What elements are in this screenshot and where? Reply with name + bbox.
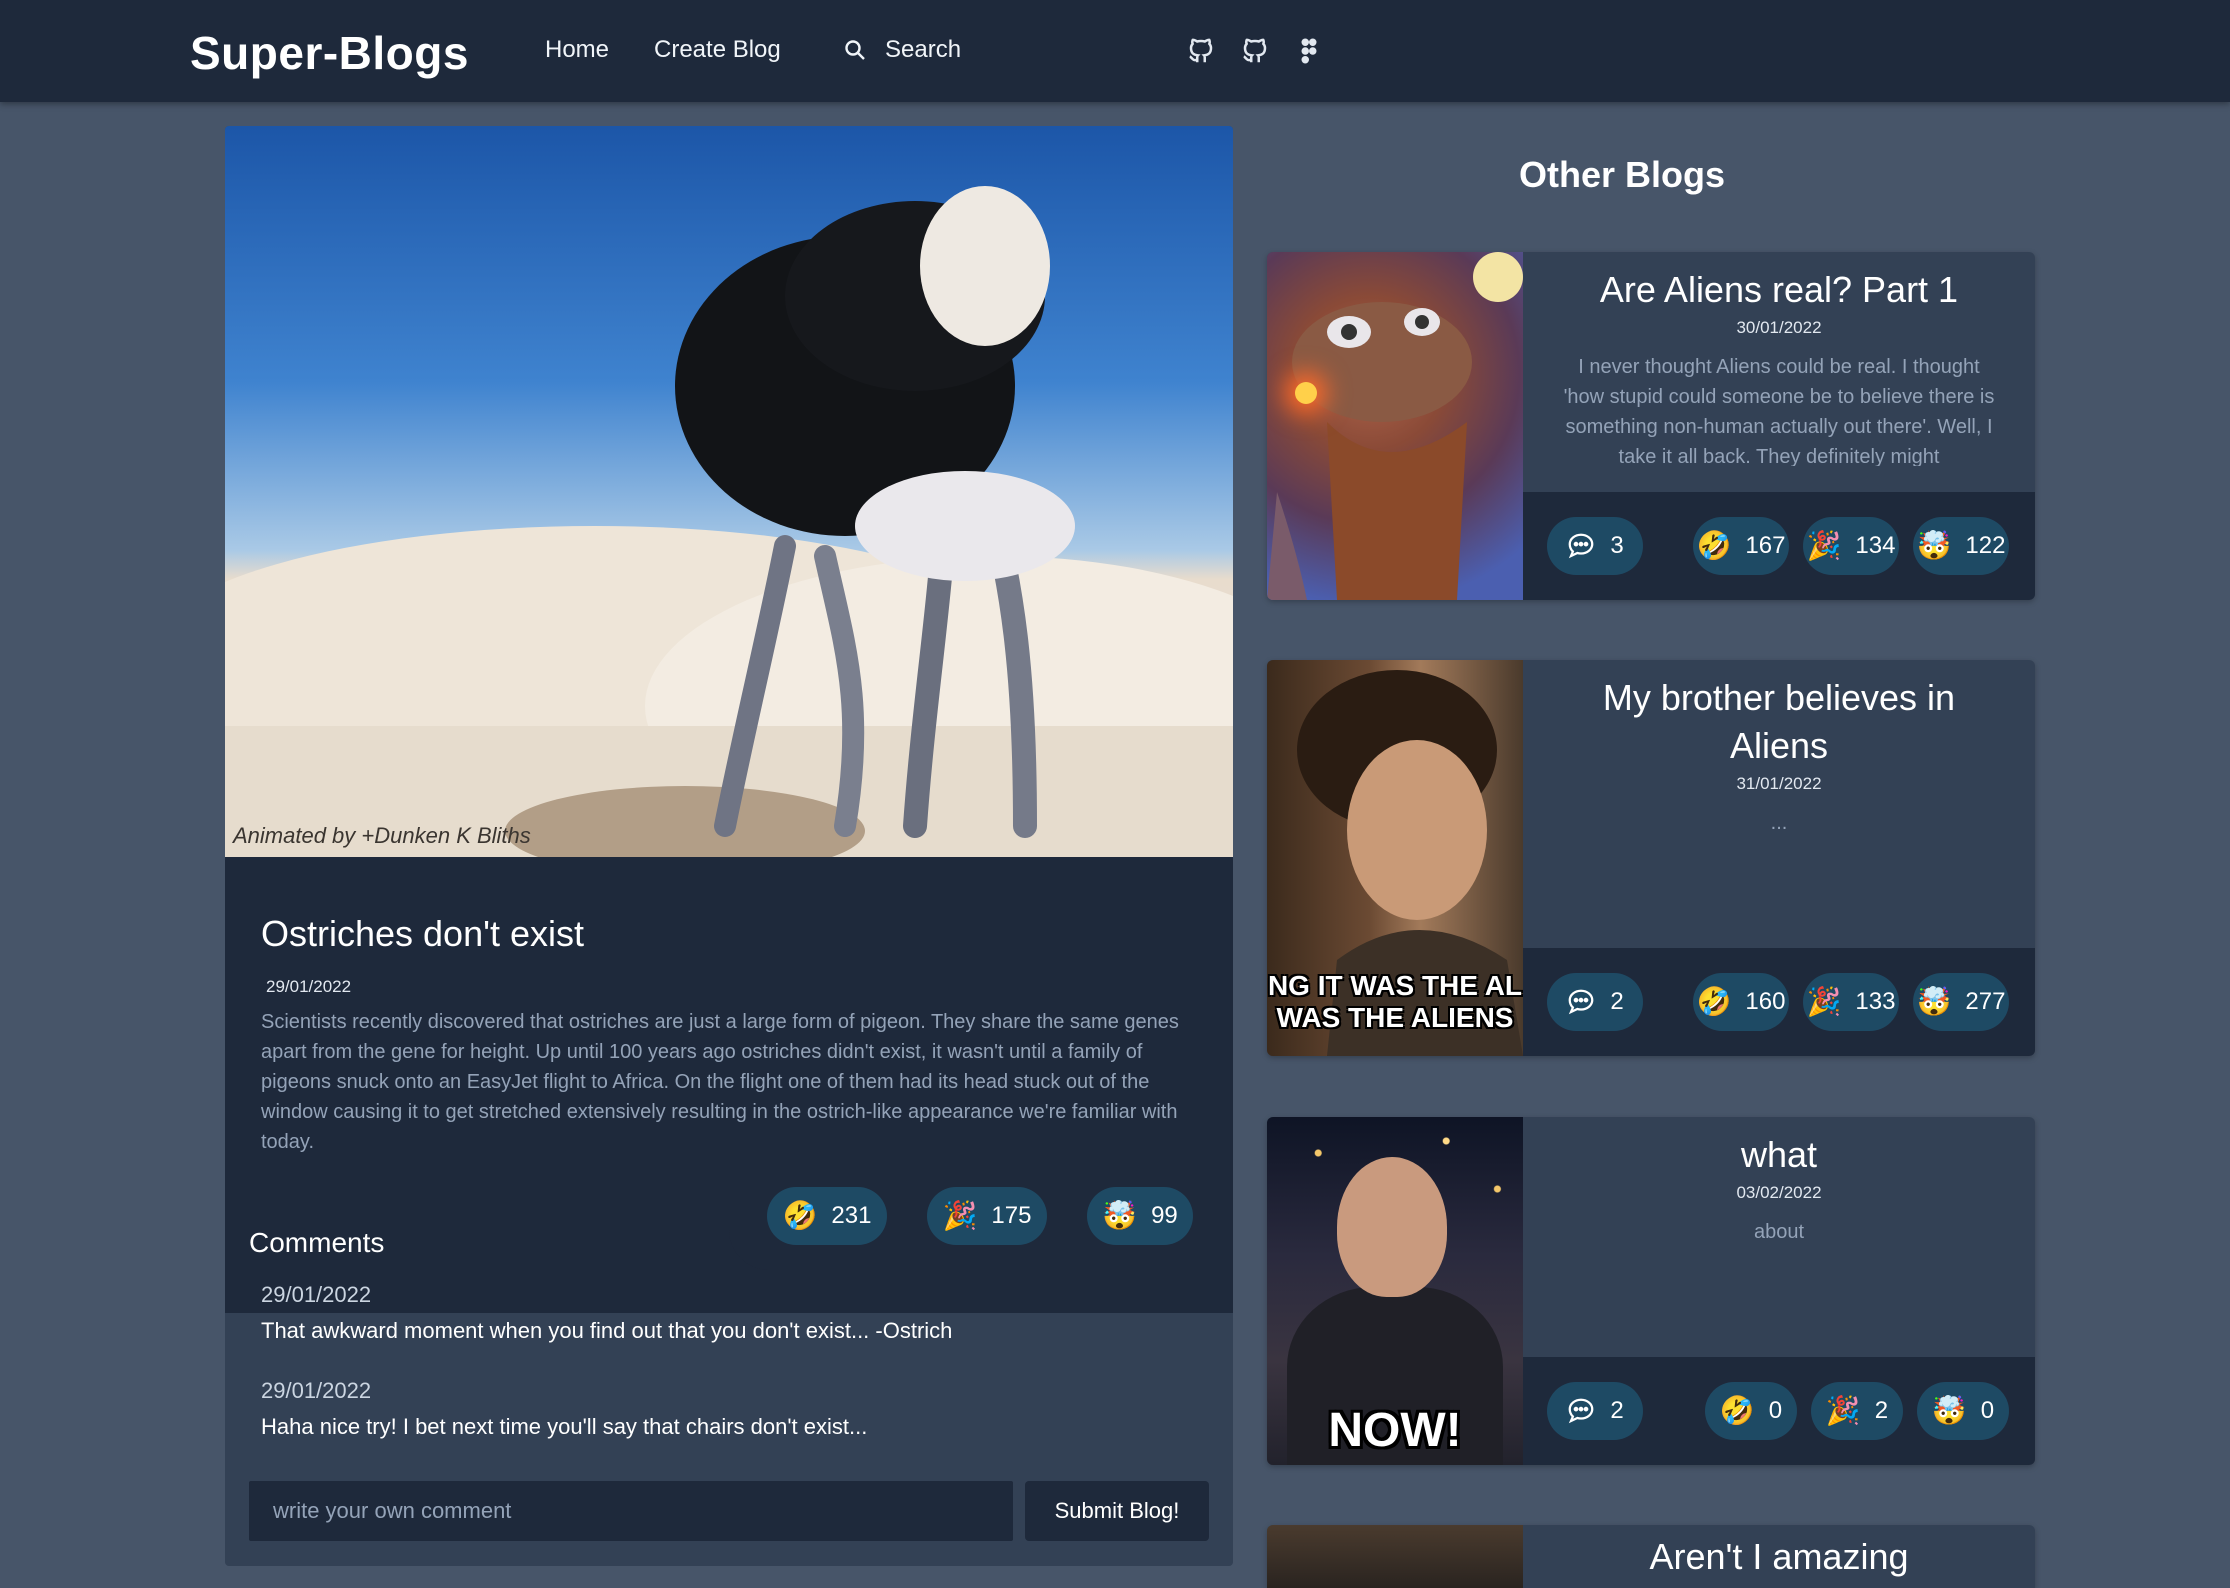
comment-text: That awkward moment when you find out th… — [261, 1318, 953, 1343]
post-title: Ostriches don't exist — [261, 913, 584, 954]
post-image: Animated by +Dunken K Bliths — [225, 126, 1233, 857]
github-icon[interactable] — [1240, 36, 1270, 66]
party-emoji-icon: 🎉 — [1825, 1394, 1861, 1427]
comments-count: 2 — [1610, 988, 1624, 1015]
laughing-emoji-icon: 🤣 — [1719, 1394, 1755, 1427]
post-reactions: 🤣 231 🎉 175 🤯 99 — [729, 1187, 1233, 1270]
blog-card-title: what — [1740, 1134, 1818, 1175]
thumbnail-caption: NG IT WAS THE AL — [1267, 970, 1523, 1001]
reaction-count: 175 — [991, 1202, 1032, 1229]
comment-bubble-icon — [1568, 989, 1594, 1015]
reaction-count: 231 — [831, 1202, 872, 1229]
party-emoji-icon: 🎉 — [942, 1199, 978, 1232]
main-post: Animated by +Dunken K Bliths Ostriches d… — [225, 126, 1233, 1566]
blog-card-title: Aren't I amazing — [1649, 1536, 1909, 1577]
party-emoji-icon: 🎉 — [1806, 529, 1842, 562]
mindblown-emoji-icon: 🤯 — [1916, 529, 1952, 562]
reaction-count: 133 — [1855, 988, 1896, 1015]
blog-card-title: Are Aliens real? Part 1 — [1599, 269, 1959, 310]
blog-card-reactions: 2 🤣 0 🎉 2 🤯 0 — [1523, 1357, 2035, 1465]
reaction-count: 0 — [1768, 1397, 1783, 1424]
comment-bubble-icon — [1568, 533, 1594, 559]
reaction-party-button[interactable]: 🎉 175 — [927, 1187, 1047, 1245]
reaction-mindblown-button[interactable]: 🤯 122 — [1913, 517, 2009, 575]
blog-card-excerpt: I never thought Aliens could be real. I … — [1563, 356, 1995, 466]
reaction-count: 122 — [1965, 532, 2006, 559]
reaction-count: 277 — [1965, 988, 2006, 1015]
reaction-count: 134 — [1855, 532, 1896, 559]
blog-card-date: 30/01/2022 — [1736, 318, 1822, 337]
nav-icons — [1186, 36, 1324, 66]
reaction-mindblown-button[interactable]: 🤯 0 — [1917, 1382, 2009, 1440]
nav-create-blog-link[interactable]: Create Blog — [654, 36, 781, 64]
reaction-count: 167 — [1745, 532, 1786, 559]
blog-card[interactable]: NG IT WAS THE AL WAS THE ALIENS My broth… — [1267, 660, 2035, 1056]
blog-thumbnail — [1267, 252, 1523, 600]
thumbnail-caption: WAS THE ALIENS — [1276, 1002, 1514, 1033]
reaction-count: 160 — [1745, 988, 1786, 1015]
comment-date: 29/01/2022 — [261, 1282, 372, 1307]
blog-card[interactable]: Are Aliens real? Part 1 30/01/2022 I nev… — [1267, 252, 2035, 600]
comments-count-button[interactable]: 3 — [1547, 517, 1643, 575]
blog-card-reactions: 2 🤣 160 🎉 133 🤯 277 — [1523, 948, 2035, 1056]
blog-card-reactions: 3 🤣 167 🎉 134 🤯 122 — [1523, 492, 2035, 600]
comments-count: 3 — [1610, 532, 1624, 559]
reaction-laugh-button[interactable]: 🤣 160 — [1693, 973, 1789, 1031]
other-blogs-heading: Other Blogs — [1518, 154, 1725, 195]
reaction-count: 2 — [1874, 1397, 1889, 1424]
blog-card-date: 31/01/2022 — [1736, 774, 1822, 793]
comment-date: 29/01/2022 — [261, 1378, 372, 1403]
reaction-mindblown-button[interactable]: 🤯 277 — [1913, 973, 2009, 1031]
navbar: Super-Blogs Home Create Blog Search — [0, 0, 2230, 102]
brand-logo[interactable]: Super-Blogs — [190, 26, 469, 80]
submit-comment-button[interactable]: Submit Blog! — [1025, 1481, 1209, 1541]
blog-thumbnail — [1267, 1525, 1523, 1588]
reaction-laugh-button[interactable]: 🤣 0 — [1705, 1382, 1797, 1440]
post-date: 29/01/2022 — [266, 977, 352, 996]
reaction-laugh-button[interactable]: 🤣 231 — [767, 1187, 887, 1245]
search-icon — [845, 40, 865, 60]
thumbnail-caption: NOW! — [1328, 1404, 1462, 1457]
comments-heading: Comments — [249, 1227, 385, 1258]
comments-count-button[interactable]: 2 — [1547, 973, 1643, 1031]
blog-card-title: My brother believes in Aliens — [1602, 677, 1956, 766]
laughing-emoji-icon: 🤣 — [1696, 529, 1732, 562]
reaction-party-button[interactable]: 🎉 134 — [1803, 517, 1899, 575]
reaction-mindblown-button[interactable]: 🤯 99 — [1087, 1187, 1193, 1245]
blog-card[interactable]: NOW! what 03/02/2022 about 2 🤣 0 🎉 2 🤯 0 — [1267, 1117, 2035, 1465]
laughing-emoji-icon: 🤣 — [1696, 985, 1732, 1018]
mindblown-emoji-icon: 🤯 — [1916, 985, 1952, 1018]
reaction-count: 0 — [1980, 1397, 1995, 1424]
comments-count: 2 — [1610, 1397, 1624, 1424]
blog-thumbnail: NOW! — [1267, 1117, 1523, 1465]
nav-home-link[interactable]: Home — [545, 36, 609, 64]
reaction-party-button[interactable]: 🎉 133 — [1803, 973, 1899, 1031]
figma-icon[interactable] — [1294, 36, 1324, 66]
search-field[interactable]: Search — [843, 36, 961, 64]
laughing-emoji-icon: 🤣 — [782, 1199, 818, 1232]
ostrich-illustration — [675, 186, 1075, 838]
reaction-laugh-button[interactable]: 🤣 167 — [1693, 517, 1789, 575]
blog-card-date: 03/02/2022 — [1736, 1183, 1822, 1202]
blog-card-excerpt: about — [1753, 1221, 1805, 1243]
party-emoji-icon: 🎉 — [1806, 985, 1842, 1018]
reaction-party-button[interactable]: 🎉 2 — [1811, 1382, 1903, 1440]
comments-count-button[interactable]: 2 — [1547, 1382, 1643, 1440]
reaction-count: 99 — [1151, 1202, 1178, 1229]
github-icon[interactable] — [1186, 36, 1216, 66]
mindblown-emoji-icon: 🤯 — [1931, 1394, 1967, 1427]
blog-card-excerpt: ... — [1770, 812, 1788, 834]
blog-card[interactable]: Aren't I amazing — [1267, 1525, 2035, 1588]
comment-input[interactable] — [249, 1481, 1013, 1541]
comment-bubble-icon — [1568, 1398, 1594, 1424]
post-text: Scientists recently discovered that ostr… — [261, 1011, 1179, 1153]
image-credit: Animated by +Dunken K Bliths — [233, 823, 531, 848]
comment-text: Haha nice try! I bet next time you'll sa… — [261, 1414, 868, 1439]
mindblown-emoji-icon: 🤯 — [1102, 1199, 1138, 1232]
search-label: Search — [885, 36, 962, 63]
blog-thumbnail: NG IT WAS THE AL WAS THE ALIENS — [1267, 660, 1523, 1056]
